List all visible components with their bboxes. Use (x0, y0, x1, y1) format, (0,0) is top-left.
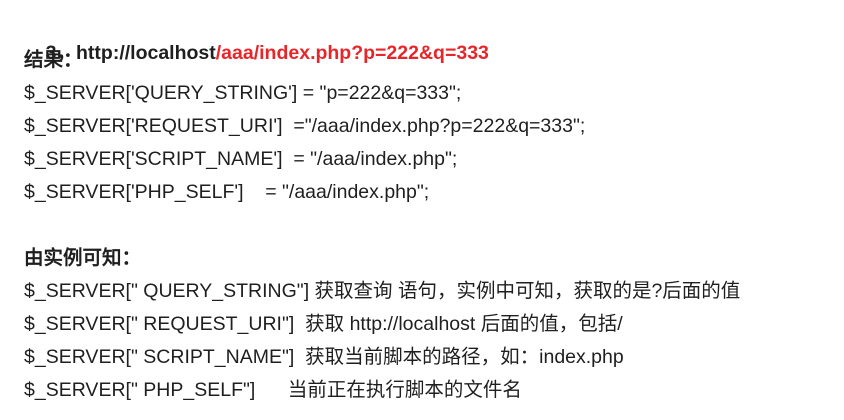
heading-url-path: /aaa/index.php?p=222&q=333 (215, 42, 489, 64)
result-line-query-string: $_SERVER['QUERY_STRING'] = "p=222&q=333"… (24, 82, 462, 104)
article-content: 3，http://localhost/aaa/index.php?p=222&q… (24, 0, 844, 420)
result-line-script-name: $_SERVER['SCRIPT_NAME'] = "/aaa/index.ph… (24, 148, 458, 170)
conclusion-line-query-string: $_SERVER[" QUERY_STRING"] 获取查询 语句，实例中可知，… (24, 280, 741, 302)
conclusion-line-php-self: $_SERVER[" PHP_SELF"] 当前正在执行脚本的文件名 (24, 379, 522, 401)
result-label: 结果： (24, 49, 83, 71)
result-line-request-uri: $_SERVER['REQUEST_URI'] ="/aaa/index.php… (24, 115, 586, 137)
conclusion-line-request-uri: $_SERVER[" REQUEST_URI"] 获取 http://local… (24, 313, 623, 335)
conclusion-label: 由实例可知： (24, 247, 142, 269)
result-line-php-self: $_SERVER['PHP_SELF'] = "/aaa/index.php"; (24, 181, 430, 203)
example-heading: 3，http://localhost/aaa/index.php?p=222&q… (24, 14, 489, 64)
conclusion-line-script-name: $_SERVER[" SCRIPT_NAME"] 获取当前脚本的路径，如：ind… (24, 346, 624, 368)
